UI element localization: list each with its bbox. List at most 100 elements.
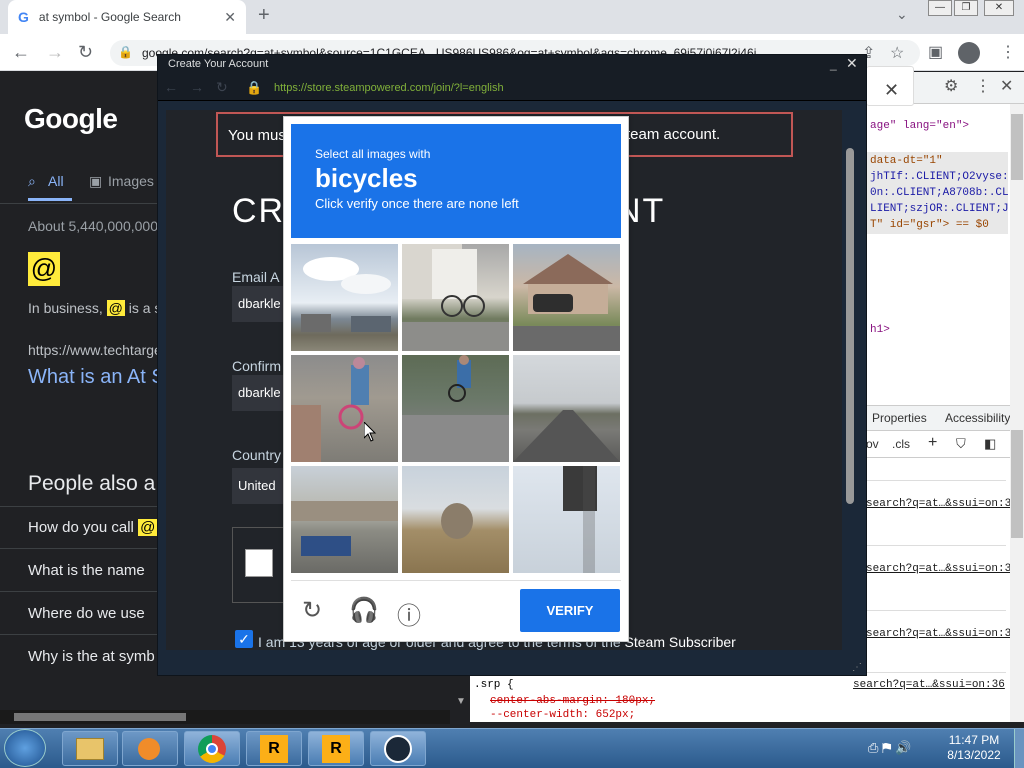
toggle-state-button[interactable]: ov <box>866 437 879 451</box>
captcha-tile-person-bicycle[interactable] <box>291 355 398 462</box>
css-selector[interactable]: .srp { <box>474 679 514 691</box>
source-link[interactable]: search?q=at…&ssui=on:36 <box>866 563 1018 575</box>
help-info-icon[interactable]: ⓘ <box>397 596 421 631</box>
start-button[interactable] <box>4 729 46 767</box>
scroll-down-arrow-icon[interactable]: ▼ <box>456 696 466 707</box>
back-arrow-icon[interactable]: ← <box>12 42 30 63</box>
code-line[interactable]: 0n:.CLIENT;A8708b:.CL <box>870 187 1009 199</box>
settings-gear-icon[interactable]: ⚙ <box>944 76 958 96</box>
folder-icon <box>76 738 104 760</box>
reload-icon[interactable]: ↻ <box>78 42 93 63</box>
result-title-link[interactable]: What is an At S <box>28 366 165 389</box>
divider <box>866 480 1006 481</box>
age-agree-checkbox[interactable]: ✓ <box>235 630 253 648</box>
forward-arrow-icon[interactable]: → <box>46 42 64 63</box>
scrollbar-thumb[interactable] <box>1011 430 1023 538</box>
result-stats: About 5,440,000,000 <box>28 218 159 234</box>
tab-accessibility[interactable]: Accessibility <box>945 411 1010 425</box>
code-line[interactable]: LIENT;szjOR:.CLIENT;J <box>870 203 1009 215</box>
taskbar-clock[interactable]: 11:47 PM 8/13/2022 <box>938 733 1010 763</box>
featured-snippet: In business, @ is a s <box>28 300 161 316</box>
bookmark-star-icon[interactable]: ☆ <box>890 43 904 63</box>
paa-question[interactable]: Where do we use <box>28 605 145 622</box>
system-tray-icons[interactable]: ⎙ ⚑ 🔊 <box>868 740 911 756</box>
page-title: CR <box>232 192 286 230</box>
captcha-tile-sky-houses[interactable] <box>291 244 398 351</box>
tab-close-icon[interactable]: ✕ <box>224 9 236 26</box>
search-icon: ⌕ <box>28 173 36 189</box>
captcha-tile-house-car[interactable] <box>513 244 620 351</box>
divider <box>0 506 158 507</box>
scrollbar-thumb[interactable] <box>1011 114 1023 180</box>
restore-button[interactable]: ❐ <box>954 0 978 16</box>
add-rule-icon[interactable]: + <box>928 434 937 452</box>
minimize-icon[interactable]: _ <box>830 57 837 71</box>
resize-grip-icon[interactable]: ⋰ <box>852 662 862 673</box>
code-line[interactable]: data-dt="1" <box>870 155 943 167</box>
verify-button[interactable]: VERIFY <box>520 589 620 632</box>
play-icon <box>138 738 160 760</box>
paa-question[interactable]: Why is the at symb <box>28 648 155 665</box>
email-label: Email A <box>232 269 280 285</box>
tab-search-chevron-icon[interactable]: ⌄ <box>896 6 908 23</box>
chrome-menu-icon[interactable]: ⋮ <box>1000 42 1016 62</box>
rockstar-logo-icon: R <box>260 735 288 763</box>
result-url[interactable]: https://www.techtarget <box>28 342 166 358</box>
source-link[interactable]: search?q=at…&ssui=on:36 <box>866 498 1018 510</box>
paa-question[interactable]: What is the name <box>28 562 145 579</box>
google-logo[interactable]: Google <box>24 103 118 135</box>
snippet-prefix: In business, <box>28 300 103 316</box>
styles-toolbar <box>866 432 1024 458</box>
source-link[interactable]: search?q=at…&ssui=on:36 <box>853 679 1005 691</box>
captcha-tile-field-trees[interactable] <box>402 466 509 573</box>
source-link[interactable]: search?q=at…&ssui=on:36 <box>866 628 1018 640</box>
divider <box>866 545 1006 546</box>
tab-images[interactable]: Images <box>108 173 154 189</box>
paa-question[interactable]: How do you call @ <box>28 519 158 536</box>
lock-icon: 🔒 <box>118 45 133 59</box>
kebab-menu-icon[interactable]: ⋮ <box>975 76 991 96</box>
instruction-target: bicycles <box>315 163 418 193</box>
captcha-instructions: Select all images with bicycles Click ve… <box>291 124 621 238</box>
new-tab-button[interactable]: + <box>258 4 270 27</box>
steam-logo-icon <box>384 735 412 763</box>
clock-date: 8/13/2022 <box>947 748 1001 762</box>
css-declaration[interactable]: --center-width: 652px; <box>490 709 635 721</box>
side-panel-icon[interactable]: ▣ <box>928 42 943 62</box>
subscriber-agreement-link[interactable]: Steam Subscriber <box>625 634 736 650</box>
tab-all[interactable]: All <box>48 173 64 189</box>
profile-avatar[interactable] <box>958 42 980 64</box>
minimize-button[interactable]: — <box>928 0 952 16</box>
code-line[interactable]: jhTIf:.CLIENT;O2vyse: <box>870 171 1009 183</box>
instruction-small: Select all images with <box>315 147 431 161</box>
paint-icon[interactable]: ⛉ <box>956 436 966 452</box>
steam-url[interactable]: https://store.steampowered.com/join/?l=e… <box>274 82 504 94</box>
paa-highlight: @ <box>138 519 158 536</box>
reload-challenge-icon[interactable]: ↻ <box>302 596 322 625</box>
tab-properties[interactable]: Properties <box>872 411 927 425</box>
close-devtools-icon[interactable]: ✕ <box>1000 76 1013 96</box>
show-desktop-button[interactable] <box>1014 729 1024 768</box>
code-line[interactable]: h1> <box>870 324 890 336</box>
cls-button[interactable]: .cls <box>892 437 910 451</box>
divider <box>0 591 158 592</box>
captcha-tile-highway-truck[interactable] <box>291 466 398 573</box>
captcha-tile-cyclist-street[interactable] <box>402 355 509 462</box>
recaptcha-checkbox[interactable] <box>245 549 273 577</box>
scrollbar-thumb[interactable] <box>14 713 186 721</box>
close-icon[interactable]: ✕ <box>846 55 858 72</box>
code-line[interactable]: T" id="gsr"> == $0 <box>870 219 989 231</box>
close-icon[interactable]: ✕ <box>884 80 899 101</box>
sidebar-toggle-icon[interactable]: ◧ <box>984 436 996 452</box>
css-declaration[interactable]: center-abs-margin: 180px; <box>490 695 655 707</box>
close-window-button[interactable]: ✕ <box>984 0 1014 16</box>
browser-tab[interactable]: G at symbol - Google Search ✕ <box>8 0 246 34</box>
captcha-tile-house-bike-rack[interactable] <box>402 244 509 351</box>
devtools-scrollbar[interactable] <box>1010 104 1024 722</box>
captcha-tile-traffic-light[interactable] <box>513 466 620 573</box>
code-text: age" lang="en"> <box>870 120 970 132</box>
steam-scrollbar-thumb[interactable] <box>846 148 854 504</box>
nav-arrows-icon[interactable]: ←→↻ <box>164 79 240 96</box>
captcha-tile-empty-road[interactable] <box>513 355 620 462</box>
audio-challenge-icon[interactable]: 🎧 <box>349 596 379 625</box>
